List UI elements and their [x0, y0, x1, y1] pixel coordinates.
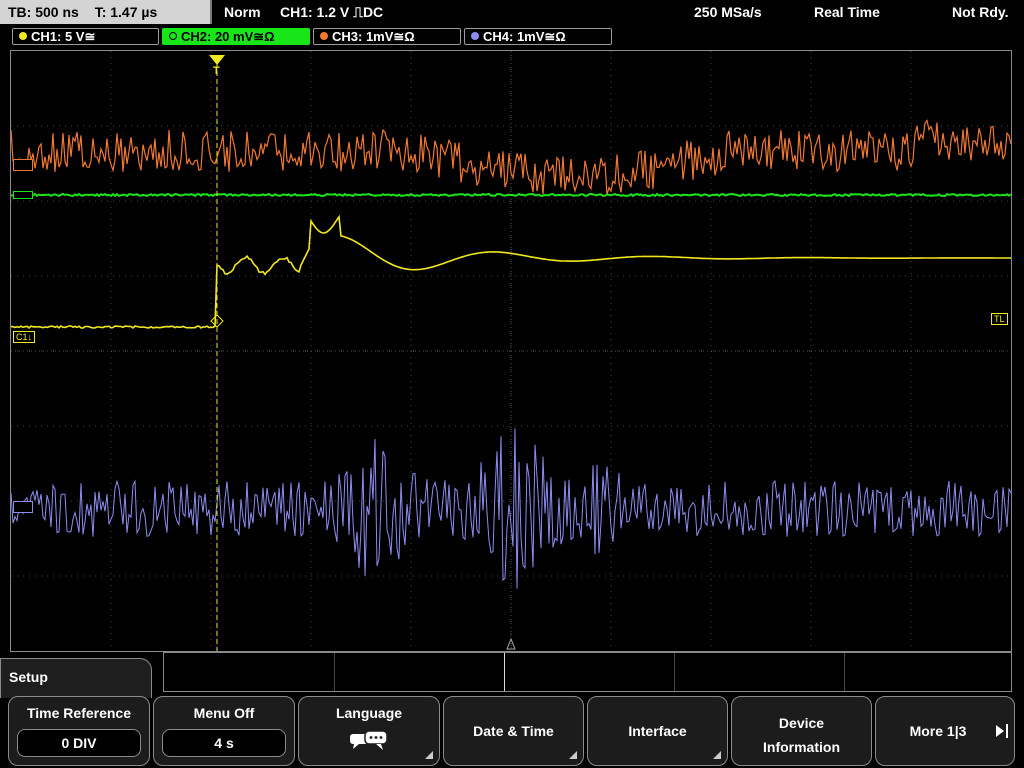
softkey-label: Date & Time	[473, 723, 554, 739]
ch1-label: CH1: 5 V≅	[31, 29, 96, 44]
softkey-label: Menu Off	[193, 705, 255, 721]
trigger-position-label: T	[213, 65, 220, 77]
ch4-label: CH4: 1mV≅Ω	[483, 29, 566, 44]
submenu-indicator-icon	[425, 751, 433, 759]
ch2-color-dot	[169, 32, 177, 40]
strip-divider	[334, 653, 335, 691]
ch3-label: CH3: 1mV≅Ω	[332, 29, 415, 44]
trigger-info[interactable]: CH1: 1.2 V ⎍DC	[280, 0, 383, 24]
submenu-indicator-icon	[713, 751, 721, 759]
menu-off-value[interactable]: 4 s	[162, 729, 286, 757]
softkey-more[interactable]: More 1|3	[875, 696, 1015, 766]
softkey-label: Language	[335, 705, 403, 721]
softkey-label: Time Reference	[26, 705, 131, 721]
trigger-level-marker[interactable]: TL	[991, 313, 1008, 325]
ch3-tab[interactable]: CH3: 1mV≅Ω	[313, 28, 461, 45]
waveform-canvas	[11, 51, 1011, 651]
ch2-waveform	[11, 192, 1011, 198]
softkey-menu-off[interactable]: Menu Off 4 s	[153, 696, 295, 766]
strip-divider	[504, 653, 505, 691]
ch4-waveform	[11, 428, 1011, 589]
acq-realtime: Real Time	[814, 4, 880, 20]
trigger-time-readout: T: 1.47 µs	[94, 4, 158, 20]
ch4-reference-marker[interactable]	[13, 501, 33, 513]
ch1-color-dot	[19, 32, 27, 40]
submenu-indicator-icon	[569, 751, 577, 759]
softkey-label: More 1|3	[909, 723, 967, 739]
softkey-device-information[interactable]: Device Information	[731, 696, 872, 766]
speech-bubble-icon	[350, 730, 388, 750]
sample-rate: 250 MSa/s	[694, 4, 762, 20]
softkey-label: Device Information	[763, 715, 840, 755]
softkey-time-reference[interactable]: Time Reference 0 DIV	[8, 696, 150, 766]
ch3-reference-marker[interactable]	[13, 159, 33, 171]
waveform-display[interactable]: T C1↓ TL	[10, 50, 1012, 652]
ch3-color-dot	[320, 32, 328, 40]
ch2-tab[interactable]: CH2: 20 mV≅Ω	[162, 28, 310, 45]
ch1-reference-marker[interactable]: C1↓	[13, 331, 36, 343]
timebase-box[interactable]: TB: 500 ns T: 1.47 µs	[0, 0, 212, 24]
ch2-label: CH2: 20 mV≅Ω	[181, 29, 275, 44]
next-page-arrow-icon	[996, 724, 1008, 738]
timebase-readout: TB: 500 ns	[8, 4, 79, 20]
softkey-interface[interactable]: Interface	[587, 696, 728, 766]
menu-title: Setup	[9, 669, 48, 685]
menu-title-tab: Setup	[0, 658, 152, 698]
trigger-state: Not Rdy.	[952, 4, 1009, 20]
strip-divider	[674, 653, 675, 691]
softkey-date-time[interactable]: Date & Time	[443, 696, 584, 766]
ch4-color-dot	[471, 32, 479, 40]
softkey-label: Interface	[628, 723, 687, 739]
zoom-strip	[163, 652, 1012, 692]
time-reference-value[interactable]: 0 DIV	[17, 729, 141, 757]
ch2-reference-marker[interactable]	[13, 191, 33, 199]
status-bar: Norm CH1: 1.2 V ⎍DC 250 MSa/s Real Time …	[214, 0, 1024, 24]
ch1-tab[interactable]: CH1: 5 V≅	[12, 28, 159, 45]
strip-divider	[844, 653, 845, 691]
ch4-tab[interactable]: CH4: 1mV≅Ω	[464, 28, 612, 45]
softkey-language[interactable]: Language	[298, 696, 440, 766]
acq-mode[interactable]: Norm	[224, 0, 261, 24]
